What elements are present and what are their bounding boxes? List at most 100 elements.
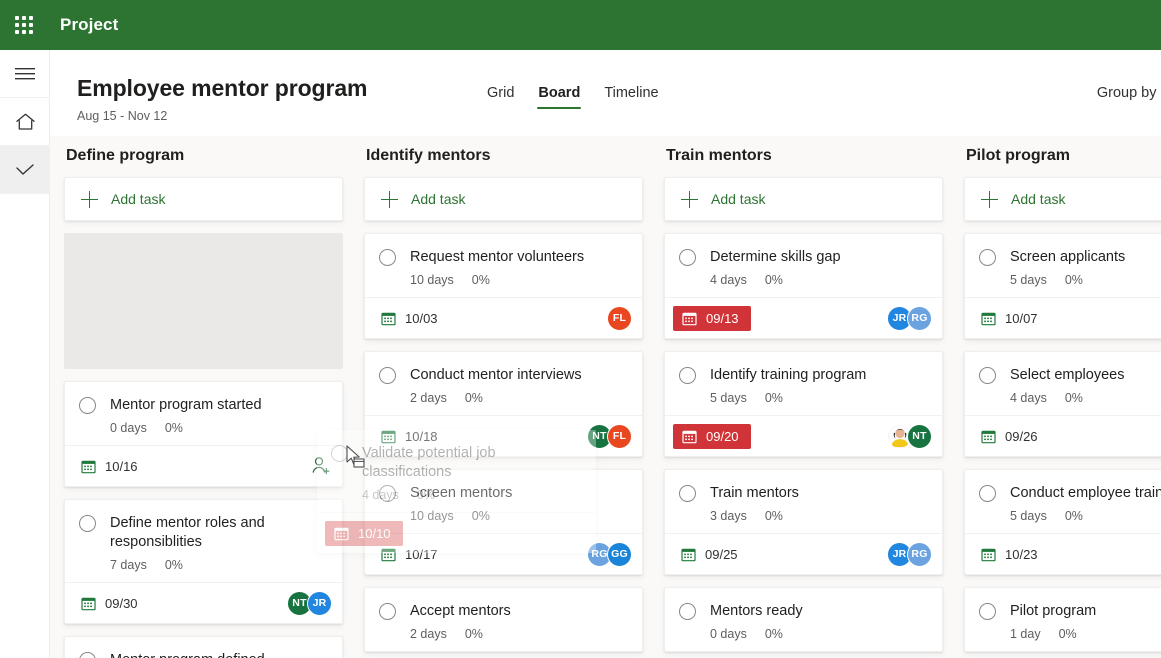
task-meta: 5 days 0% bbox=[1010, 509, 1161, 523]
assignee-avatars: NT bbox=[887, 424, 932, 449]
avatar[interactable]: FL bbox=[607, 424, 632, 449]
task-complete-checkbox[interactable] bbox=[979, 249, 996, 266]
avatar[interactable]: NT bbox=[907, 424, 932, 449]
task-complete-checkbox[interactable] bbox=[79, 652, 96, 658]
project-date-range: Aug 15 - Nov 12 bbox=[77, 109, 167, 123]
task-card[interactable]: Screen mentors 10 days 0% 10/17 RGGG bbox=[364, 469, 643, 575]
group-by-control[interactable]: Group by C bbox=[1097, 85, 1161, 101]
task-due-date[interactable]: 09/30 bbox=[79, 592, 140, 615]
calendar-icon bbox=[981, 311, 996, 326]
add-task-button[interactable]: Add task bbox=[964, 177, 1161, 221]
task-due-date[interactable]: 10/17 bbox=[379, 543, 440, 566]
task-due-date[interactable]: 10/07 bbox=[979, 307, 1040, 330]
hamburger-menu-button[interactable] bbox=[0, 50, 50, 98]
task-card[interactable]: Mentor program defined bbox=[64, 636, 343, 658]
add-task-button[interactable]: Add task bbox=[664, 177, 943, 221]
task-progress: 0% bbox=[765, 627, 783, 641]
task-complete-checkbox[interactable] bbox=[979, 603, 996, 620]
task-complete-checkbox[interactable] bbox=[679, 367, 696, 384]
task-card-body: Train mentors 3 days 0% bbox=[665, 470, 942, 533]
task-card-header: Train mentors bbox=[679, 484, 928, 503]
task-complete-checkbox[interactable] bbox=[79, 515, 96, 532]
add-person-icon[interactable] bbox=[310, 455, 332, 477]
tab-grid[interactable]: Grid bbox=[475, 81, 526, 115]
task-complete-checkbox[interactable] bbox=[379, 367, 396, 384]
task-card[interactable]: Determine skills gap 4 days 0% 09/13 bbox=[664, 233, 943, 339]
task-card[interactable]: Train mentors 3 days 0% 09/25 JRRG bbox=[664, 469, 943, 575]
task-meta: 2 days 0% bbox=[410, 627, 628, 641]
page-header: Employee mentor program Aug 15 - Nov 12 … bbox=[50, 50, 1161, 136]
tab-board[interactable]: Board bbox=[526, 81, 592, 115]
task-card-footer: 09/30 NTJR bbox=[65, 582, 342, 623]
left-navigation-rail bbox=[0, 50, 50, 658]
assignee-avatars: JRRG bbox=[887, 306, 932, 331]
task-due-date-label: 09/13 bbox=[706, 311, 739, 326]
task-card[interactable]: Mentor program started 0 days 0% 10/16 bbox=[64, 381, 343, 487]
board-canvas: Define program Add task Mentor program s… bbox=[50, 136, 1161, 658]
task-duration: 5 days bbox=[1010, 509, 1047, 523]
task-duration: 1 day bbox=[1010, 627, 1041, 641]
task-progress: 0% bbox=[765, 391, 783, 405]
task-due-date[interactable]: 10/23 bbox=[979, 543, 1040, 566]
task-card-footer: 09/26 bbox=[965, 415, 1161, 456]
task-card[interactable]: Conduct mentor interviews 2 days 0% 10/1… bbox=[364, 351, 643, 457]
calendar-icon bbox=[381, 547, 396, 562]
avatar[interactable]: RG bbox=[907, 542, 932, 567]
task-card[interactable]: Pilot program 1 day 0% bbox=[964, 587, 1161, 652]
task-card[interactable]: Accept mentors 2 days 0% bbox=[364, 587, 643, 652]
task-due-date-label: 10/23 bbox=[1005, 547, 1038, 562]
tab-label: Grid bbox=[487, 85, 514, 101]
task-complete-checkbox[interactable] bbox=[679, 603, 696, 620]
add-task-button[interactable]: Add task bbox=[364, 177, 643, 221]
task-complete-checkbox[interactable] bbox=[79, 397, 96, 414]
task-card[interactable]: Select employees 4 days 0% 09/26 bbox=[964, 351, 1161, 457]
task-complete-checkbox[interactable] bbox=[679, 485, 696, 502]
task-due-date[interactable]: 09/25 bbox=[679, 543, 740, 566]
avatar[interactable]: FL bbox=[607, 306, 632, 331]
task-complete-checkbox[interactable] bbox=[379, 249, 396, 266]
task-card[interactable]: Conduct employee training 5 days 0% 10/2… bbox=[964, 469, 1161, 575]
task-due-date[interactable]: 09/13 bbox=[673, 306, 751, 331]
task-card-footer: 10/23 bbox=[965, 533, 1161, 574]
task-meta: 4 days 0% bbox=[710, 273, 928, 287]
task-card-footer: 10/03 FL bbox=[365, 297, 642, 338]
app-launcher-icon bbox=[15, 16, 33, 34]
task-complete-checkbox[interactable] bbox=[379, 603, 396, 620]
task-complete-checkbox[interactable] bbox=[979, 485, 996, 502]
avatar[interactable]: JR bbox=[307, 591, 332, 616]
avatar[interactable]: RG bbox=[907, 306, 932, 331]
task-duration: 4 days bbox=[710, 273, 747, 287]
task-duration: 10 days bbox=[410, 509, 454, 523]
task-complete-checkbox[interactable] bbox=[379, 485, 396, 502]
task-card-body: Identify training program 5 days 0% bbox=[665, 352, 942, 415]
sidebar-item-home[interactable] bbox=[0, 98, 50, 146]
task-card-body: Accept mentors 2 days 0% bbox=[365, 588, 642, 651]
tab-timeline[interactable]: Timeline bbox=[592, 81, 670, 115]
task-card[interactable]: Mentors ready 0 days 0% bbox=[664, 587, 943, 652]
task-card[interactable]: Request mentor volunteers 10 days 0% 10/… bbox=[364, 233, 643, 339]
avatar[interactable]: GG bbox=[607, 542, 632, 567]
task-complete-checkbox[interactable] bbox=[979, 367, 996, 384]
page-title: Employee mentor program bbox=[77, 75, 367, 102]
task-name: Determine skills gap bbox=[710, 248, 841, 267]
sidebar-item-tasks[interactable] bbox=[0, 146, 50, 194]
task-card[interactable]: Identify training program 5 days 0% 09/2… bbox=[664, 351, 943, 457]
task-due-date[interactable]: 10/18 bbox=[379, 425, 440, 448]
task-card[interactable]: Define mentor roles and responsiblities … bbox=[64, 499, 343, 624]
task-duration: 2 days bbox=[410, 627, 447, 641]
app-launcher-button[interactable] bbox=[0, 0, 48, 50]
task-due-date[interactable]: 10/16 bbox=[79, 455, 140, 478]
task-meta: 2 days 0% bbox=[410, 391, 628, 405]
task-card-body: Determine skills gap 4 days 0% bbox=[665, 234, 942, 297]
task-card-footer: 10/18 NTFL bbox=[365, 415, 642, 456]
checkmark-icon bbox=[15, 163, 35, 177]
task-due-date[interactable]: 10/03 bbox=[379, 307, 440, 330]
task-card-footer: 09/20 NT bbox=[665, 415, 942, 456]
task-card-header: Define mentor roles and responsiblities bbox=[79, 514, 328, 552]
task-due-date[interactable]: 09/20 bbox=[673, 424, 751, 449]
task-complete-checkbox[interactable] bbox=[679, 249, 696, 266]
task-duration: 5 days bbox=[710, 391, 747, 405]
task-due-date[interactable]: 09/26 bbox=[979, 425, 1040, 448]
task-card[interactable]: Screen applicants 5 days 0% 10/07 bbox=[964, 233, 1161, 339]
add-task-button[interactable]: Add task bbox=[64, 177, 343, 221]
